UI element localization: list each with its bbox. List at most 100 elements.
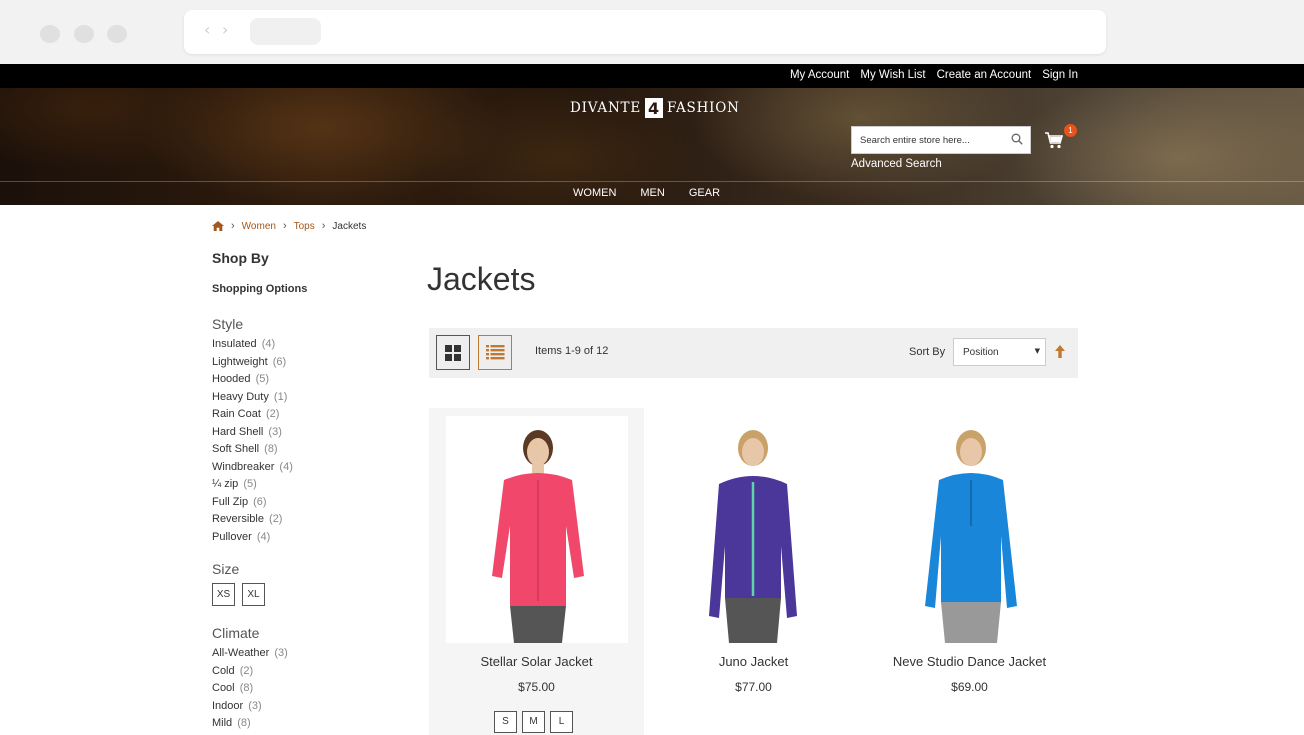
url-field[interactable] [250, 18, 321, 45]
size-swatch-s[interactable]: S [494, 711, 517, 733]
list-view-button[interactable] [478, 335, 512, 370]
back-arrow-icon[interactable]: ‹ [204, 20, 210, 39]
product-card[interactable]: Stellar Solar Jacket $75.00 S M L [429, 408, 644, 735]
my-account-link[interactable]: My Account [790, 69, 849, 81]
product-photo [492, 430, 584, 643]
window-maximize-dot[interactable] [107, 25, 127, 43]
browser-chrome: ‹ › [0, 0, 1304, 64]
filter-option[interactable]: Mild (8) [212, 717, 392, 735]
filter-option[interactable]: Pullover (4) [212, 531, 392, 549]
filter-option[interactable]: Lightweight (6) [212, 356, 392, 374]
sort-direction-arrow-icon[interactable] [1055, 345, 1065, 358]
create-account-link[interactable]: Create an Account [937, 69, 1032, 81]
filter-option-count: (3) [274, 647, 288, 659]
filter-option-label: All-Weather [212, 647, 270, 659]
filter-option[interactable]: Indoor (3) [212, 700, 392, 718]
product-price: $77.00 [735, 680, 772, 694]
page-title: Jackets [427, 261, 536, 297]
filter-climate-list: All-Weather (3) Cold (2) Cool (8) Indoor… [212, 647, 392, 735]
product-price: $69.00 [951, 680, 988, 694]
filter-option-count: (2) [265, 408, 280, 420]
size-swatches: S M L [494, 711, 573, 733]
filter-option[interactable]: ¼ zip (5) [212, 478, 392, 496]
filter-option-label: Lightweight [212, 355, 268, 368]
filter-option-label: Pullover [212, 530, 252, 543]
filter-option-label: Cool [212, 682, 235, 694]
filter-option-label: ¼ zip [212, 478, 239, 490]
size-swatch-l[interactable]: L [550, 711, 573, 733]
cart-icon[interactable] [1044, 130, 1064, 150]
advanced-search-link[interactable]: Advanced Search [851, 158, 942, 170]
size-option-xs[interactable]: XS [212, 583, 235, 606]
filter-option-count: (8) [237, 717, 251, 729]
filter-option-label: Indoor [212, 699, 244, 712]
filter-option-count: (6) [253, 495, 267, 508]
wish-list-link[interactable]: My Wish List [860, 69, 925, 81]
grid-view-button[interactable] [436, 335, 470, 370]
filter-option[interactable]: Heavy Duty (1) [212, 391, 392, 409]
filter-option-label: Cold [212, 664, 235, 677]
nav-item-women[interactable]: WOMEN [564, 182, 625, 205]
filter-size-title[interactable]: Size [212, 561, 392, 577]
logo-mark-icon: 4 [645, 98, 664, 118]
product-name[interactable]: Juno Jacket [646, 654, 861, 669]
filter-option[interactable]: Insulated (4) [212, 338, 392, 356]
product-photo [709, 430, 797, 643]
main-navigation: WOMEN MEN GEAR [564, 182, 735, 205]
product-image[interactable] [879, 416, 1061, 643]
filter-option-count: (8) [239, 682, 254, 694]
filter-option-label: Hooded [212, 373, 251, 385]
product-image[interactable] [446, 416, 628, 643]
filter-option[interactable]: Windbreaker (4) [212, 461, 392, 479]
breadcrumb-separator: › [231, 220, 235, 232]
filter-option[interactable]: Full Zip (6) [212, 496, 392, 514]
sort-select[interactable]: Position ▼ [953, 338, 1046, 366]
search-icon[interactable] [1011, 133, 1023, 145]
filter-option[interactable]: Cool (8) [212, 682, 392, 700]
products-toolbar: Items 1-9 of 12 Sort By Position ▼ [429, 328, 1078, 378]
filter-option[interactable]: Hard Shell (3) [212, 426, 392, 444]
filter-option-label: Hard Shell [212, 425, 264, 438]
filter-option-label: Windbreaker [212, 460, 275, 473]
cart-count-badge: 1 [1064, 124, 1077, 137]
filter-style-title[interactable]: Style [212, 316, 392, 332]
address-bar[interactable]: ‹ › [184, 10, 1106, 54]
logo-text-left: DIVANTE [570, 100, 642, 116]
nav-item-men[interactable]: MEN [631, 182, 673, 205]
filter-sidebar: Shop By Shopping Options Style Insulated… [212, 250, 392, 735]
items-count: Items 1-9 of 12 [535, 345, 609, 357]
filter-option[interactable]: All-Weather (3) [212, 647, 392, 665]
filter-climate-title[interactable]: Climate [212, 625, 392, 641]
product-card[interactable]: Neve Studio Dance Jacket $69.00 [862, 408, 1077, 735]
size-swatch-m[interactable]: M [522, 711, 545, 733]
filter-option-label: Reversible [212, 513, 264, 525]
sign-in-link[interactable]: Sign In [1042, 69, 1078, 81]
window-close-dot[interactable] [40, 25, 60, 43]
filter-option[interactable]: Hooded (5) [212, 373, 392, 391]
filter-option-count: (4) [261, 338, 276, 350]
filter-option-count: (3) [248, 699, 262, 712]
product-name[interactable]: Neve Studio Dance Jacket [862, 654, 1077, 669]
size-option-xl[interactable]: XL [242, 583, 265, 606]
site-logo[interactable]: DIVANTE 4 FASHION [570, 98, 740, 118]
product-card[interactable]: Juno Jacket $77.00 [646, 408, 861, 735]
filter-option[interactable]: Rain Coat (2) [212, 408, 392, 426]
breadcrumb-women[interactable]: Women [242, 221, 276, 232]
filter-option[interactable]: Reversible (2) [212, 513, 392, 531]
nav-item-gear[interactable]: GEAR [680, 182, 729, 205]
search-input[interactable] [852, 127, 1002, 153]
grid-icon [445, 345, 461, 361]
filter-option-count: (2) [239, 664, 254, 677]
forward-arrow-icon[interactable]: › [222, 20, 228, 39]
product-name[interactable]: Stellar Solar Jacket [429, 654, 644, 669]
filter-option-label: Full Zip [212, 495, 249, 508]
breadcrumb-separator: › [321, 220, 326, 232]
window-minimize-dot[interactable] [74, 25, 94, 43]
filter-option-label: Insulated [212, 338, 257, 350]
logo-text-right: FASHION [667, 100, 740, 116]
breadcrumb-tops[interactable]: Tops [294, 221, 315, 232]
home-icon[interactable] [212, 221, 224, 231]
filter-option[interactable]: Cold (2) [212, 665, 392, 683]
filter-option[interactable]: Soft Shell (8) [212, 443, 392, 461]
product-image[interactable] [663, 416, 845, 643]
